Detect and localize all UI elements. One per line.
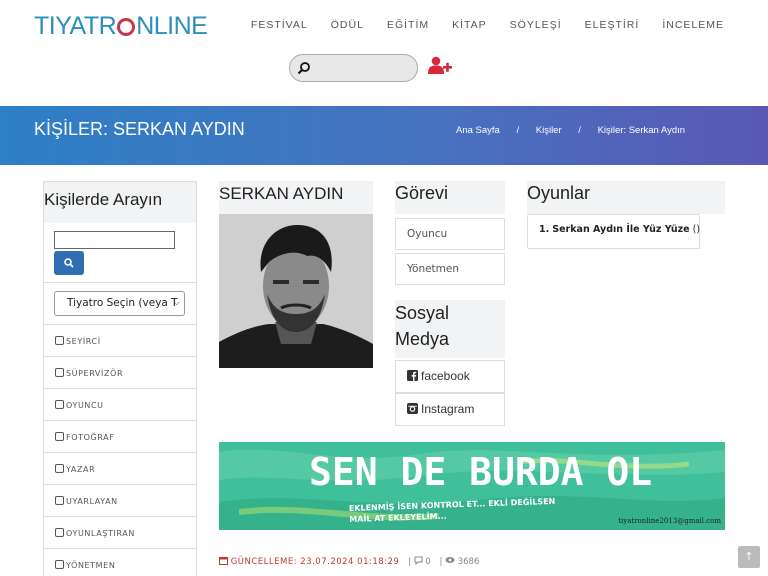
social-title: Sosyal Medya [395,300,505,358]
play-item[interactable]: 1. Serkan Aydın İle Yüz Yüze () [527,214,700,249]
duties-title: Görevi [395,181,505,214]
role-label: SEYİRCİ [66,337,101,346]
plays-title: Oyunlar [527,181,725,214]
breadcrumb: Ana Sayfa / Kişiler / Kişiler: Serkan Ay… [456,125,685,136]
page-title: KİŞİLER: SERKAN AYDIN [34,119,245,139]
search-icon [297,60,311,79]
theatre-select[interactable]: Tiyatro Seçin (veya T ⌵ [54,291,185,316]
social-title-line: Medya [395,329,450,349]
role-label: UYARLAYAN [66,497,118,506]
role-filter-oyunlastiran[interactable]: OYUNLAŞTIRAN [44,517,196,549]
nav-odul[interactable]: ÖDÜL [331,19,364,31]
breadcrumb-home[interactable]: Ana Sayfa [456,125,500,136]
role-label: OYUNLAŞTIRAN [66,529,135,538]
play-name[interactable]: Serkan Aydın İle Yüz Yüze [552,224,689,235]
duty-item[interactable]: Yönetmen [395,253,505,285]
checkbox[interactable] [55,400,64,409]
site-logo[interactable]: TIYATR NLINE [34,12,208,41]
people-search-button[interactable] [54,251,84,275]
role-label: SÜPERVİZÖR [66,369,124,378]
add-user-icon[interactable] [428,56,452,80]
breadcrumb-separator: / [516,125,520,136]
eye-icon [445,557,455,563]
role-label: OYUNCU [66,401,104,410]
comment-icon [414,556,423,566]
promo-email: tiyatronline2013@gmail.com [618,517,721,525]
nav-festival[interactable]: FESTİVAL [251,19,308,31]
instagram-link[interactable]: Instagram [395,393,505,426]
role-filter-yonetmen[interactable]: YÖNETMEN [44,549,196,576]
promo-headline: SEN DE BURDA OL [309,450,653,494]
people-search-sidebar: Kişilerde Arayın Tiyatro Seçin (veya T ⌵… [43,181,197,576]
role-filter-supervizor[interactable]: SÜPERVİZÖR [44,357,196,389]
role-label: YAZAR [66,465,96,474]
nav-kitap[interactable]: KİTAP [452,19,487,31]
people-search-input[interactable] [54,231,175,249]
breadcrumb-separator: / [578,125,581,136]
logo-ring-icon [117,18,136,36]
view-count: 3686 [457,557,480,567]
checkbox[interactable] [55,336,64,345]
social-label: Instagram [421,402,475,416]
checkbox[interactable] [55,464,64,473]
checkbox[interactable] [55,496,64,505]
play-index: 1. [539,224,550,235]
site-search-input[interactable] [289,54,418,82]
person-name: SERKAN AYDIN [219,181,373,214]
arrow-up-icon: ↑ [744,550,754,563]
main-nav: FESTİVAL ÖDÜL EĞİTİM KİTAP SÖYLEŞİ ELEŞT… [251,19,724,31]
theatre-select-value: Tiyatro Seçin (veya T [67,297,178,309]
updated-date: GÜNCELLEME: 23.07.2024 01:18:29 [230,557,400,567]
role-filter-seyirci[interactable]: SEYİRCİ [44,325,196,357]
role-filter-yazar[interactable]: YAZAR [44,453,196,485]
checkbox[interactable] [55,560,64,569]
role-filter-uyarlayan[interactable]: UYARLAYAN [44,485,196,517]
comment-count: 0 [425,557,431,567]
theatre-select-wrap: Tiyatro Seçin (veya T ⌵ [44,283,196,325]
social-label: facebook [421,369,470,383]
facebook-link[interactable]: facebook [395,360,505,393]
role-filter-oyuncu[interactable]: OYUNCU [44,389,196,421]
nav-soylesi[interactable]: SÖYLEŞİ [510,19,562,31]
calendar-icon [219,557,228,565]
breadcrumb-people[interactable]: Kişiler [536,125,562,136]
checkbox[interactable] [55,528,64,537]
role-filter-fotograf[interactable]: FOTOĞRAF [44,421,196,453]
social-title-line: Sosyal [395,303,450,323]
breadcrumb-current: Kişiler: Serkan Aydın [597,125,686,136]
nav-egitim[interactable]: EĞİTİM [387,19,429,31]
role-label: FOTOĞRAF [66,433,115,442]
instagram-icon [407,403,418,414]
nav-inceleme[interactable]: İNCELEME [662,19,724,31]
search-icon [64,258,74,268]
role-label: YÖNETMEN [66,561,116,570]
facebook-icon [407,370,418,381]
sidebar-title: Kişilerde Arayın [44,182,196,223]
promo-banner[interactable]: SEN DE BURDA OL EKLENMİŞ İSEN KONTROL ET… [219,442,725,530]
checkbox[interactable] [55,432,64,441]
play-suffix: () [689,224,701,235]
back-to-top-button[interactable]: ↑ [738,546,760,568]
sidebar-search [44,223,196,283]
page-header-banner: KİŞİLER: SERKAN AYDIN Ana Sayfa / Kişile… [0,106,768,165]
chevron-down-icon: ⌵ [173,298,180,308]
nav-elestiri[interactable]: ELEŞTİRİ [585,19,640,31]
duty-item[interactable]: Oyuncu [395,218,505,250]
post-meta: GÜNCELLEME: 23.07.2024 01:18:29 | 0 | 36… [219,556,479,567]
person-photo [219,214,373,368]
checkbox[interactable] [55,368,64,377]
